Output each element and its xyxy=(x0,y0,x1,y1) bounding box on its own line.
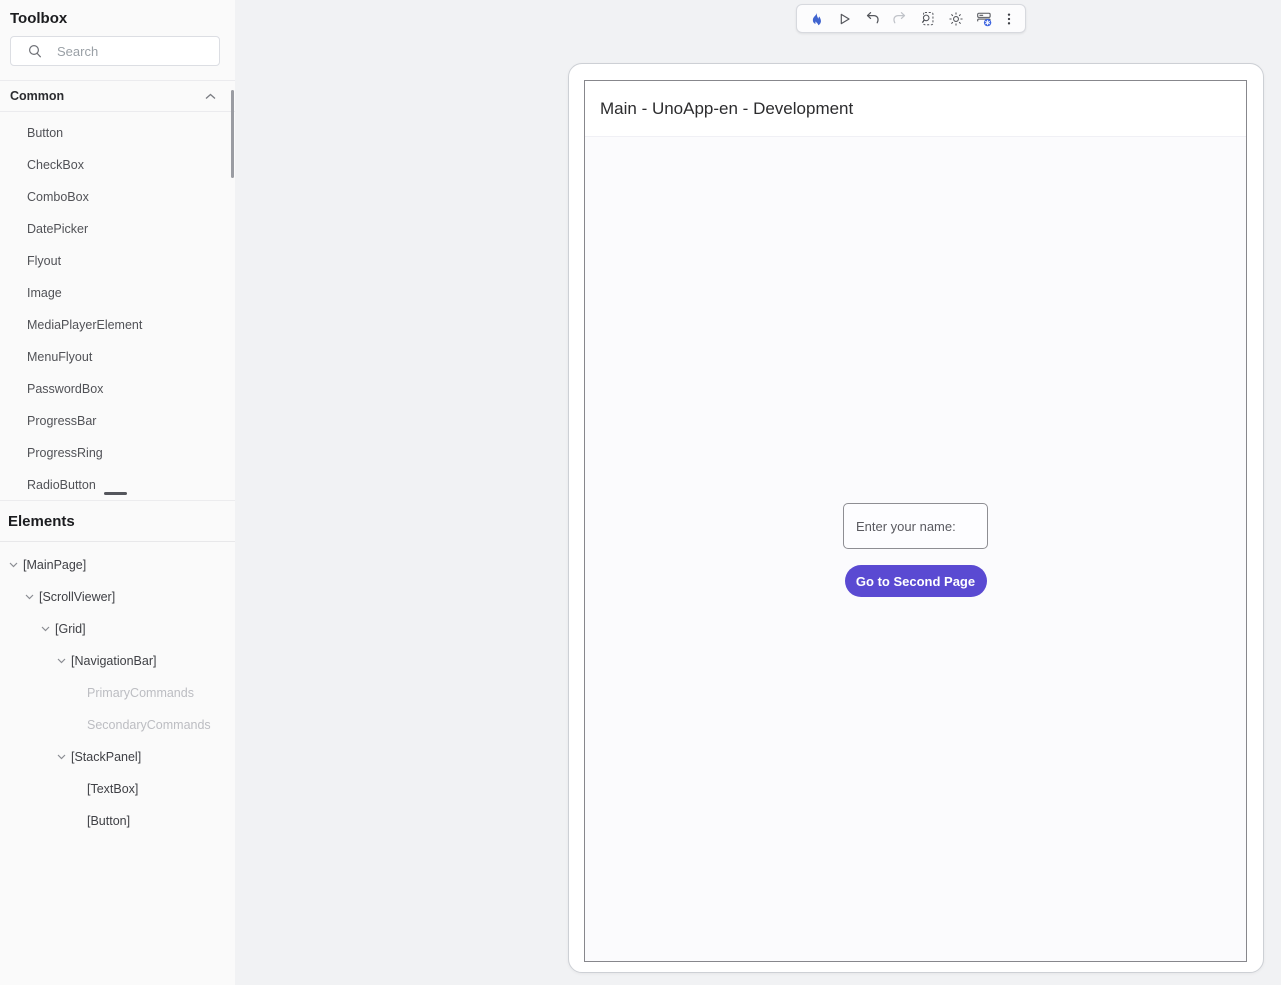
undo-icon xyxy=(863,10,881,28)
undo-button[interactable] xyxy=(858,6,886,31)
tree-item-mainpage[interactable]: [MainPage] xyxy=(0,549,235,581)
toolbox-item-combobox[interactable]: ComboBox xyxy=(0,181,235,213)
status-badge-icon xyxy=(975,10,993,28)
elements-tree: [MainPage] [ScrollViewer] [Grid] [Naviga… xyxy=(0,549,235,837)
toolbox-item-image[interactable]: Image xyxy=(0,277,235,309)
section-label: Common xyxy=(10,89,64,103)
tree-item-scrollviewer[interactable]: [ScrollViewer] xyxy=(0,581,235,613)
device-frame: Main - UnoApp-en - Development Go to Sec… xyxy=(568,63,1264,973)
toolbox-item-datepicker[interactable]: DatePicker xyxy=(0,213,235,245)
play-icon xyxy=(835,10,853,28)
tree-item-navigationbar[interactable]: [NavigationBar] xyxy=(0,645,235,677)
toolbox-horizontal-scrollbar[interactable] xyxy=(104,492,127,495)
app-content: Go to Second Page xyxy=(585,138,1246,962)
toolbox-item-button[interactable]: Button xyxy=(0,117,235,149)
chevron-down-icon[interactable] xyxy=(56,753,71,761)
chevron-down-icon[interactable] xyxy=(8,561,23,569)
toolbox-item-flyout[interactable]: Flyout xyxy=(0,245,235,277)
sun-icon xyxy=(947,10,965,28)
theme-toggle-button[interactable] xyxy=(942,6,970,31)
search-icon xyxy=(27,43,43,59)
divider xyxy=(0,541,235,542)
divider xyxy=(0,500,235,501)
hot-design-flame-button[interactable] xyxy=(802,6,830,31)
toolbox-item-progressbar[interactable]: ProgressBar xyxy=(0,405,235,437)
app-window: Main - UnoApp-en - Development Go to Sec… xyxy=(584,80,1247,962)
elements-title: Elements xyxy=(8,513,75,530)
chevron-down-icon[interactable] xyxy=(56,657,71,665)
name-textbox[interactable] xyxy=(843,503,988,549)
sidebar: Toolbox Common Button CheckBox ComboBox … xyxy=(0,0,235,985)
tree-item-secondarycommands[interactable]: SecondaryCommands xyxy=(0,709,235,741)
go-to-second-page-button[interactable]: Go to Second Page xyxy=(845,565,987,597)
toolbox-list: Button CheckBox ComboBox DatePicker Flyo… xyxy=(0,117,235,501)
toolbox-title: Toolbox xyxy=(10,10,67,27)
app-navigation-bar: Main - UnoApp-en - Development xyxy=(585,81,1246,137)
more-options-button[interactable] xyxy=(998,6,1020,31)
flame-icon xyxy=(807,10,825,28)
toolbox-item-progressring[interactable]: ProgressRing xyxy=(0,437,235,469)
toolbox-item-menuflyout[interactable]: MenuFlyout xyxy=(0,341,235,373)
kebab-menu-icon xyxy=(1000,10,1018,28)
chevron-up-icon[interactable] xyxy=(204,92,217,101)
tree-item-button[interactable]: [Button] xyxy=(0,805,235,837)
search-input[interactable] xyxy=(57,44,197,59)
toolbox-item-radiobutton[interactable]: RadioButton xyxy=(0,469,235,501)
toolbox-item-passwordbox[interactable]: PasswordBox xyxy=(0,373,235,405)
tree-item-primarycommands[interactable]: PrimaryCommands xyxy=(0,677,235,709)
pick-element-button[interactable] xyxy=(914,6,942,31)
app-page-title: Main - UnoApp-en - Development xyxy=(600,99,853,119)
inspect-magnifier-icon xyxy=(919,10,937,28)
redo-icon xyxy=(891,10,909,28)
redo-button[interactable] xyxy=(886,6,914,31)
play-button[interactable] xyxy=(830,6,858,31)
chevron-down-icon[interactable] xyxy=(40,625,55,633)
toolbox-item-mediaplayerelement[interactable]: MediaPlayerElement xyxy=(0,309,235,341)
designer-toolbar xyxy=(796,4,1026,33)
tree-item-textbox[interactable]: [TextBox] xyxy=(0,773,235,805)
chevron-down-icon[interactable] xyxy=(24,593,39,601)
tree-item-grid[interactable]: [Grid] xyxy=(0,613,235,645)
toolbox-item-checkbox[interactable]: CheckBox xyxy=(0,149,235,181)
feature-status-button[interactable] xyxy=(970,6,998,31)
tree-item-stackpanel[interactable]: [StackPanel] xyxy=(0,741,235,773)
toolbox-search[interactable] xyxy=(10,36,220,66)
toolbox-section-common[interactable]: Common xyxy=(0,80,235,112)
toolbox-vertical-scrollbar[interactable] xyxy=(231,90,234,178)
